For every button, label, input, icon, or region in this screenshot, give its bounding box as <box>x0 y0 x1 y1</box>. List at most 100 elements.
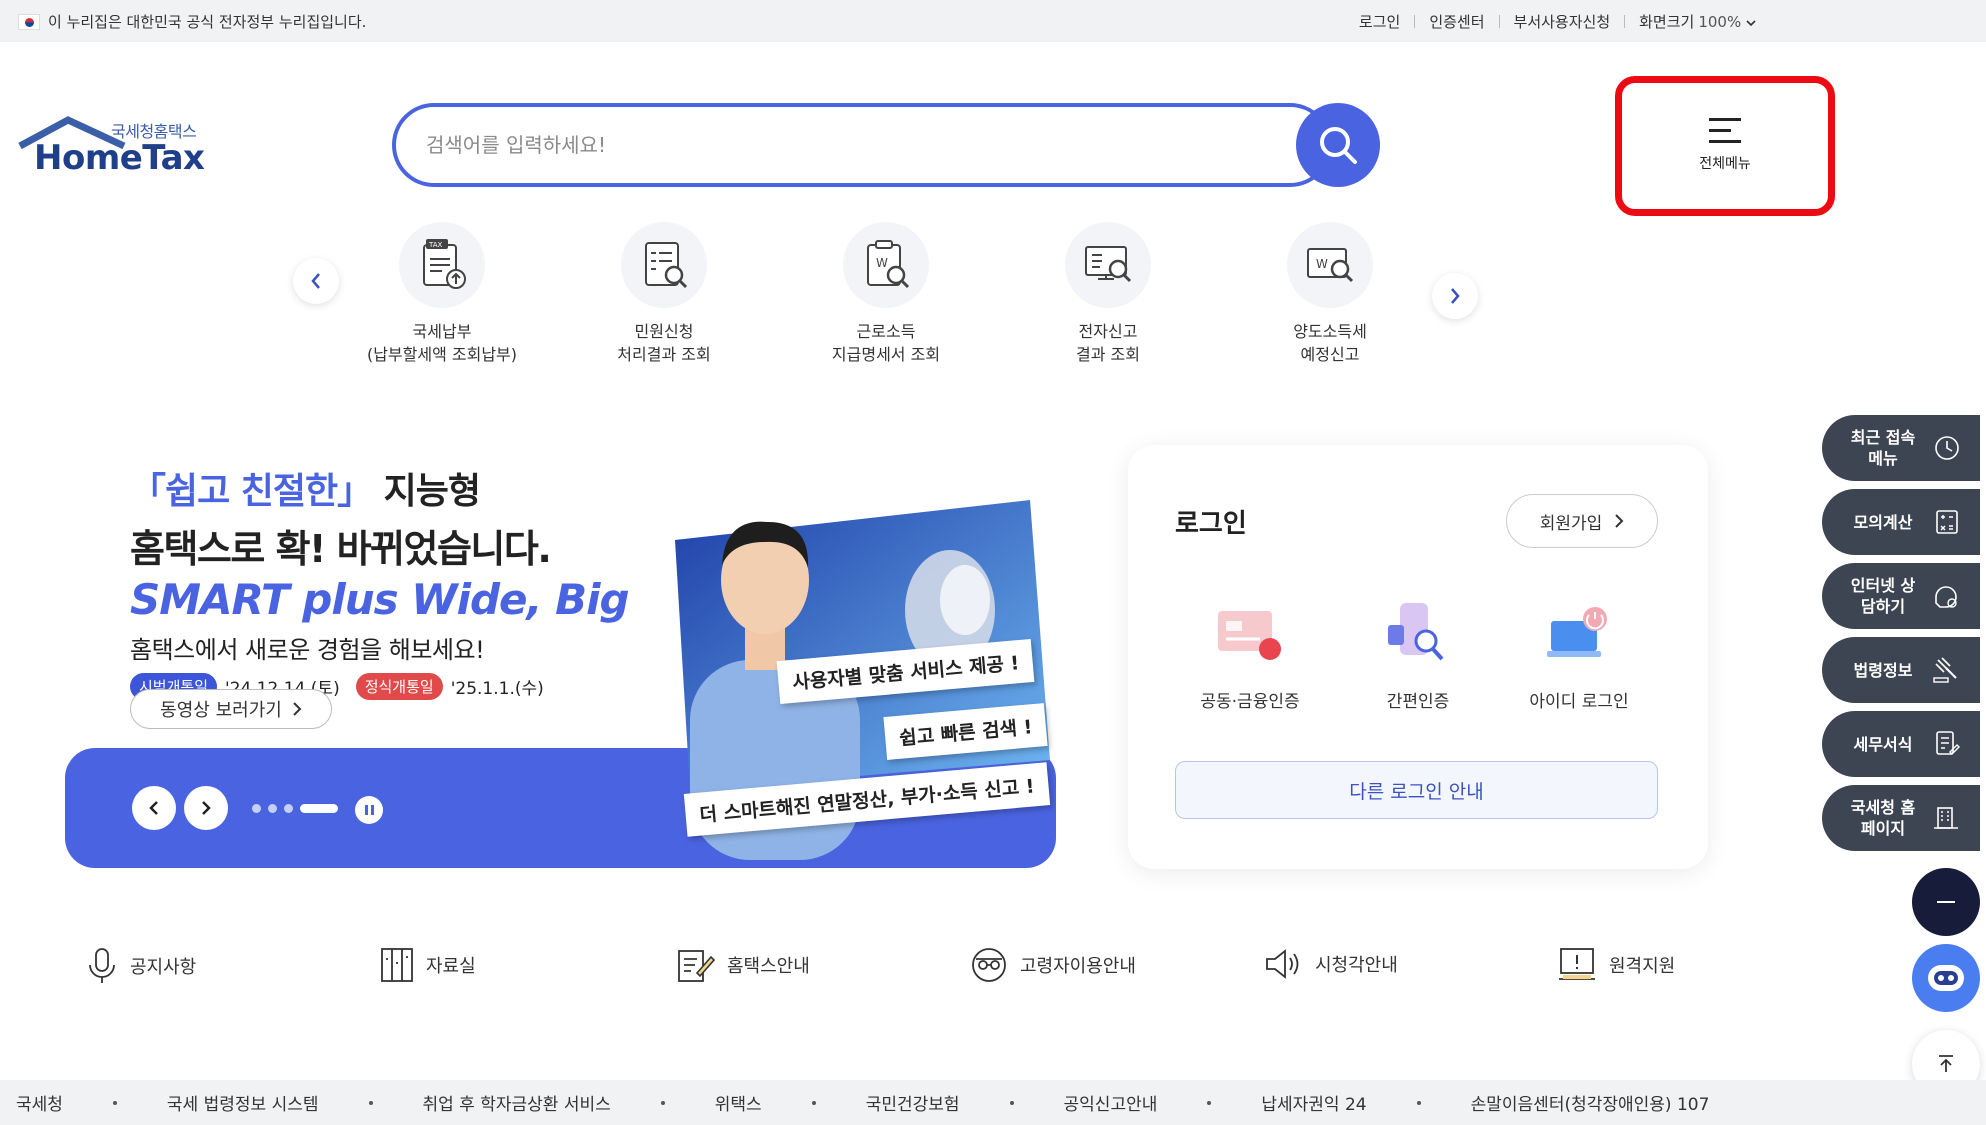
banner-illustration: 사용자별 맞춤 서비스 제공 ! 쉽고 빠른 검색 ! 더 스마트해진 연말정산… <box>630 460 1070 868</box>
side-nts-homepage-button[interactable]: 국세청 홈페이지 <box>1822 785 1980 851</box>
pagination-dot[interactable] <box>268 804 277 813</box>
zoom-label: 화면크기 <box>1639 13 1695 31</box>
quick-menu-item[interactable]: 전자신고 결과 조회 <box>1008 222 1208 366</box>
data-room-link[interactable]: 자료실 <box>380 947 476 983</box>
pagination-dot-active[interactable] <box>300 804 338 813</box>
footer-link[interactable]: 공익신고안내 <box>1064 1090 1158 1115</box>
side-tax-forms-button[interactable]: 세무서식 <box>1822 711 1980 777</box>
hometax-logo[interactable]: 국세청홈택스 HomeTax <box>16 112 216 182</box>
id-login-option[interactable]: 아이디 로그인 <box>1504 593 1654 712</box>
korea-flag-icon <box>18 13 40 30</box>
chatbot-button[interactable] <box>1912 944 1980 1012</box>
banner-next-button[interactable] <box>184 786 228 830</box>
footer-link[interactable]: 국민건강보험 <box>866 1090 960 1115</box>
footer-link[interactable]: 위택스 <box>715 1090 762 1115</box>
notice-link[interactable]: 공지사항 <box>86 947 196 985</box>
chevron-right-icon <box>293 702 302 716</box>
footer-link[interactable]: 국세 법령정보 시스템 <box>167 1090 319 1115</box>
quick-menu-item[interactable]: TAX 국세납부 (납부할세액 조회납부) <box>342 222 542 366</box>
login-panel: 로그인 회원가입 공동·금융인증 간편인증 아이디 로그인 다른 로그인 안내 <box>1128 445 1708 869</box>
login-option-label: 간편인증 <box>1386 692 1450 712</box>
quick-menu-next-button[interactable] <box>1432 273 1478 319</box>
chevron-right-icon <box>202 801 211 815</box>
law-icon <box>1933 657 1957 683</box>
senior-icon <box>972 948 1006 982</box>
full-menu-button[interactable]: 전체메뉴 <box>1680 112 1770 178</box>
income-statement-icon: W <box>843 222 929 308</box>
banner-pause-button[interactable] <box>355 796 383 824</box>
building-icon <box>1934 807 1958 829</box>
banner-text: 「쉽고 친절한」 지능형 홈택스로 확! 바뀌었습니다. SMART plus … <box>130 462 630 700</box>
footer-link[interactable]: 납세자권익 24 <box>1261 1090 1366 1115</box>
banner-line2: 홈택스로 확! 바뀌었습니다. <box>130 527 552 571</box>
quick-menu-item[interactable]: W 양도소득세 예정신고 <box>1230 222 1430 366</box>
collapse-side-menu-button[interactable] <box>1912 868 1980 936</box>
svg-text:W: W <box>1316 257 1328 271</box>
banner-line1: 지능형 <box>372 471 481 512</box>
bottom-link-label: 시청각안내 <box>1315 955 1398 976</box>
quick-menu-item[interactable]: W 근로소득 지급명세서 조회 <box>786 222 986 366</box>
chevron-right-icon <box>1451 288 1460 304</box>
full-menu-label: 전체메뉴 <box>1699 156 1751 172</box>
side-recent-menu-button[interactable]: 최근 접속메뉴 <box>1822 415 1980 481</box>
top-login-link[interactable]: 로그인 <box>1359 11 1400 32</box>
laptop-power-icon <box>1539 593 1619 673</box>
dept-user-link[interactable]: 부서사용자신청 <box>1514 11 1611 32</box>
footer-link[interactable]: 국세청 <box>16 1090 63 1115</box>
senior-guide-link[interactable]: 고령자이용안내 <box>970 947 1136 983</box>
quick-menu-label: 처리결과 조회 <box>617 345 711 364</box>
search-button[interactable] <box>1296 103 1380 187</box>
simple-auth-login-option[interactable]: 간편인증 <box>1343 593 1493 712</box>
pagination-dot[interactable] <box>284 804 293 813</box>
quick-menu-label: 예정신고 <box>1300 345 1360 364</box>
search-bar <box>392 103 1382 187</box>
footer-link[interactable]: 손말이음센터(청각장애인용) 107 <box>1471 1090 1710 1115</box>
gov-banner: 이 누리집은 대한민국 공식 전자정부 누리집입니다. 로그인 인증센터 부서사… <box>0 0 1986 42</box>
hamburger-icon <box>1709 118 1741 151</box>
footer-link[interactable]: 취업 후 학자금상환 서비스 <box>423 1090 611 1115</box>
banner-pagination <box>252 804 338 813</box>
quick-menu-prev-button[interactable] <box>293 258 339 304</box>
quick-menu-item[interactable]: 민원신청 처리결과 조회 <box>564 222 764 366</box>
transfer-tax-icon: W <box>1287 222 1373 308</box>
document-edit-icon <box>678 950 715 982</box>
banner-prev-button[interactable] <box>132 786 176 830</box>
remote-support-link[interactable]: 원격지원 <box>1557 947 1675 983</box>
bottom-link-label: 원격지원 <box>1609 956 1676 977</box>
sign-up-button[interactable]: 회원가입 <box>1506 494 1658 548</box>
side-simulation-button[interactable]: 모의계산 <box>1822 489 1980 555</box>
chevron-left-icon <box>149 801 158 815</box>
hometax-guide-link[interactable]: 홈택스안내 <box>677 947 810 983</box>
svg-text:W: W <box>876 256 888 270</box>
side-menu-label: 국세청 홈페이지 <box>1850 798 1916 838</box>
side-consult-button[interactable]: 인터넷 상담하기 <box>1822 563 1980 629</box>
gov-banner-text: 이 누리집은 대한민국 공식 전자정부 누리집입니다. <box>48 13 367 31</box>
sign-up-label: 회원가입 <box>1539 513 1603 534</box>
login-option-label: 아이디 로그인 <box>1529 692 1629 712</box>
bottom-link-label: 자료실 <box>426 956 476 977</box>
bottom-link-label: 공지사항 <box>130 957 197 978</box>
audiovisual-guide-link[interactable]: 시청각안내 <box>1265 947 1398 981</box>
pagination-dot[interactable] <box>252 804 261 813</box>
quick-menu-label: (납부할세액 조회납부) <box>366 345 518 364</box>
civil-request-icon <box>621 222 707 308</box>
side-law-info-button[interactable]: 법령정보 <box>1822 637 1980 703</box>
login-title: 로그인 <box>1175 509 1247 539</box>
joint-cert-login-option[interactable]: 공동·금융인증 <box>1175 593 1325 712</box>
speaker-icon <box>1266 949 1299 979</box>
watch-video-button[interactable]: 동영상 보러가기 <box>130 689 332 729</box>
chevron-right-icon <box>1615 514 1624 528</box>
other-login-guide-button[interactable]: 다른 로그인 안내 <box>1175 761 1658 819</box>
side-menu-label: 법령정보 <box>1853 660 1913 680</box>
banner-line4: 홈택스에서 새로운 경험을 해보세요! <box>130 636 485 664</box>
chevron-left-icon <box>311 273 320 289</box>
zoom-control[interactable]: 화면크기 100% <box>1639 11 1756 32</box>
form-icon <box>1936 731 1960 755</box>
cert-center-link[interactable]: 인증센터 <box>1429 11 1484 32</box>
side-menu-label: 최근 접속메뉴 <box>1850 428 1916 468</box>
search-input[interactable] <box>392 103 1332 187</box>
logo-text: HomeTax <box>34 138 205 178</box>
zoom-value: 100% <box>1698 13 1742 31</box>
arrow-up-icon <box>1939 1055 1953 1072</box>
quick-menu-label: 국세납부 <box>412 322 472 341</box>
